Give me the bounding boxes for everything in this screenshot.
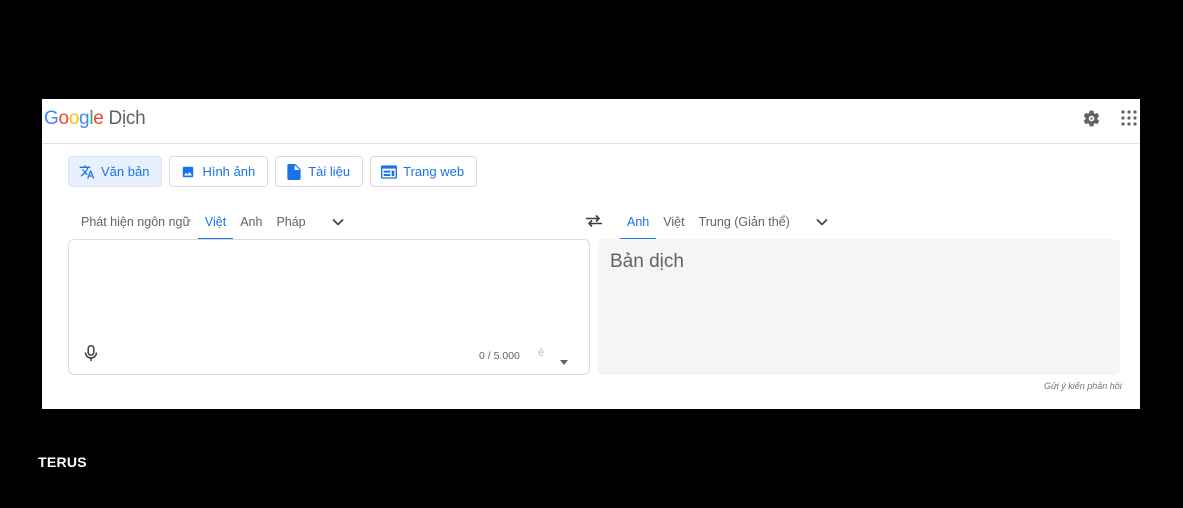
source-lang-french[interactable]: Pháp [269, 204, 312, 240]
tab-label: Văn bản [101, 164, 150, 179]
source-language-bar: Phát hiện ngôn ngữ Việt Anh Pháp [74, 204, 353, 240]
gear-icon [1083, 110, 1099, 126]
logo-letter: g [79, 108, 90, 129]
tab-label: Tài liệu [308, 164, 351, 179]
source-text-input[interactable] [68, 239, 590, 375]
web-icon [381, 164, 398, 180]
image-icon [180, 164, 196, 180]
swap-arrows-icon [586, 214, 602, 228]
translate-icon [79, 164, 95, 180]
logo-letter: o [68, 108, 80, 129]
tab-websites[interactable]: Trang web [370, 156, 478, 187]
logo-letter: G [44, 108, 59, 129]
settings-button[interactable] [1081, 108, 1101, 128]
watermark-text: TERUS [38, 454, 87, 470]
translate-app: Google Dịch Văn bản Hình ảnh Tài liệu Tr… [42, 99, 1140, 409]
target-lang-english[interactable]: Anh [620, 204, 657, 240]
send-feedback-link[interactable]: Gửi ý kiến phản hồi [1044, 381, 1122, 391]
voice-input-button[interactable] [84, 345, 100, 363]
tab-label: Hình ảnh [202, 164, 256, 179]
tab-text[interactable]: Văn bản [68, 156, 163, 187]
microphone-icon [84, 345, 98, 362]
apps-button[interactable] [1119, 108, 1139, 128]
tab-images[interactable]: Hình ảnh [169, 156, 269, 187]
target-lang-more-button[interactable] [807, 204, 837, 240]
google-translate-logo[interactable]: Google Dịch [44, 108, 146, 130]
tab-label: Trang web [403, 164, 465, 179]
tab-documents[interactable]: Tài liệu [275, 156, 364, 187]
chevron-down-icon [332, 218, 344, 226]
swap-languages-button[interactable] [583, 210, 605, 232]
translation-output: Bản dịch [598, 239, 1120, 375]
mode-tabs: Văn bản Hình ảnh Tài liệu Trang web [68, 156, 478, 187]
source-lang-vietnamese[interactable]: Việt [197, 204, 234, 240]
document-icon [286, 163, 302, 180]
logo-letter: e [93, 108, 104, 129]
top-bar: Google Dịch [42, 99, 1140, 144]
source-lang-english[interactable]: Anh [233, 204, 269, 240]
target-language-bar: Anh Việt Trung (Giản thể) [620, 204, 837, 240]
source-lang-detect[interactable]: Phát hiện ngôn ngữ [74, 204, 198, 240]
source-lang-more-button[interactable] [323, 204, 353, 240]
product-name: Dịch [108, 108, 146, 129]
apps-grid-icon [1121, 110, 1137, 126]
target-lang-vietnamese[interactable]: Việt [656, 204, 691, 240]
logo-letter: o [58, 108, 69, 129]
target-lang-chinese-simplified[interactable]: Trung (Giản thể) [692, 204, 797, 240]
chevron-down-icon [816, 218, 828, 226]
translation-placeholder: Bản dịch [610, 251, 684, 272]
